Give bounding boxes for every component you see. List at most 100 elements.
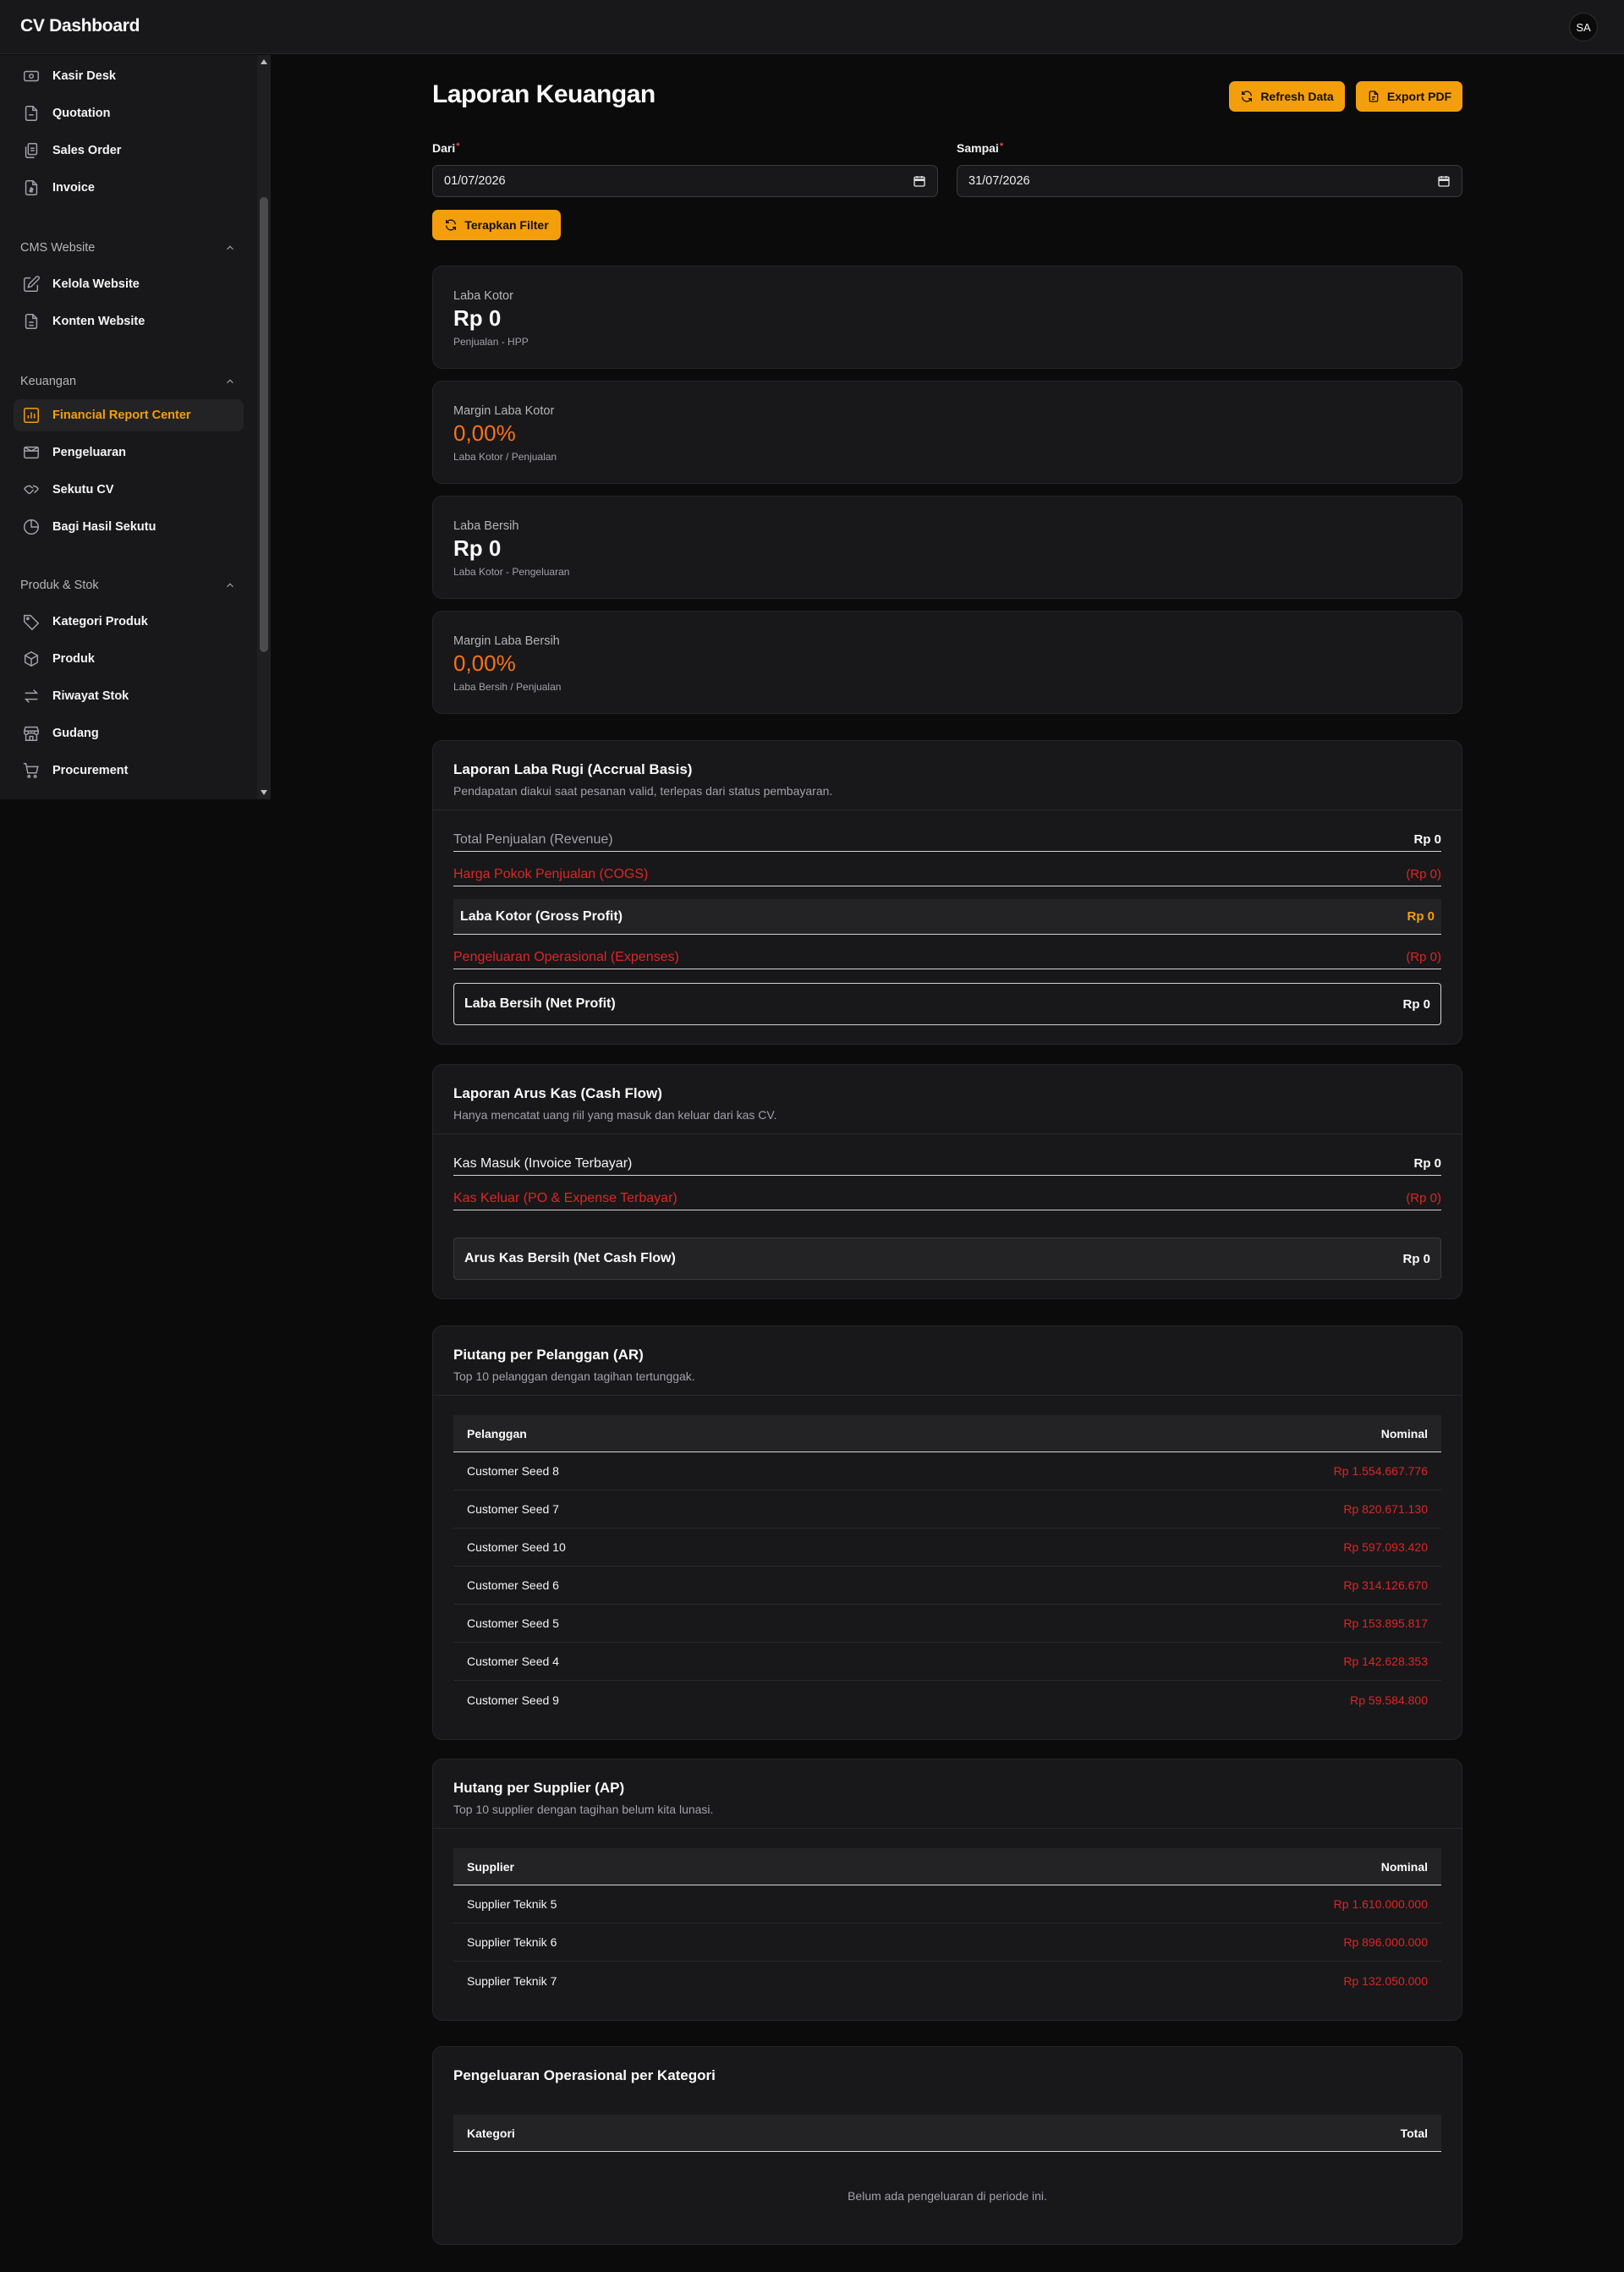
scrollbar-thumb[interactable] [260,197,268,652]
kpi-card-gross-profit: Laba Kotor Rp 0 Penjualan - HPP [432,266,1462,369]
export-pdf-button[interactable]: Export PDF [1356,81,1462,112]
section-title: Piutang per Pelanggan (AR) [453,1347,644,1363]
chevron-up-icon [224,376,236,387]
sidebar-item-kasir-desk[interactable]: Kasir Desk [14,60,244,92]
edit-icon [22,275,41,294]
sidebar: Kasir Desk Quotation Sales Order Invoice… [0,55,271,799]
calendar-icon[interactable] [1437,174,1451,188]
column-header-supplier: Supplier [467,1859,515,1874]
row-value: Rp 0 [1402,1251,1430,1266]
sidebar-item-label: Quotation [52,107,111,120]
to-date-input[interactable]: 31/07/2026 [957,165,1462,197]
sidebar-item-invoice[interactable]: Invoice [14,172,244,204]
sidebar-item-label: Kelola Website [52,277,140,291]
sidebar-item-kategori-produk[interactable]: Kategori Produk [14,606,244,638]
sidebar-item-pengeluaran[interactable]: Pengeluaran [14,436,244,469]
profit-loss-card: Laporan Laba Rugi (Accrual Basis) Pendap… [432,740,1462,1045]
row-value: (Rp 0) [1406,867,1441,881]
section-title: Hutang per Supplier (AP) [453,1780,625,1796]
apply-filter-button[interactable]: Terapkan Filter [432,210,561,240]
customer-name: Customer Seed 8 [467,1464,559,1478]
sidebar-item-sekutu-cv[interactable]: Sekutu CV [14,474,244,506]
refresh-data-button[interactable]: Refresh Data [1229,81,1345,112]
receivables-table: Pelanggan Nominal Customer Seed 8 Rp 1.55… [453,1415,1441,1719]
row-value: Rp 0 [1407,909,1435,924]
chevron-up-icon [224,579,236,591]
divider [433,1828,1462,1829]
row-label: Pengeluaran Operasional (Expenses) [453,949,679,964]
sidebar-item-label: Invoice [52,181,95,195]
row-label: Laba Bersih (Net Profit) [464,996,616,1011]
nav-group-cms-website[interactable]: CMS Website [20,238,236,258]
to-date-label-text: Sampai [957,141,999,155]
sidebar-item-gudang[interactable]: Gudang [14,717,244,749]
amount: Rp 153.895.817 [1343,1616,1428,1630]
section-subtitle: Top 10 pelanggan dengan tagihan tertungg… [453,1369,695,1383]
amount: Rp 142.628.353 [1343,1655,1428,1668]
export-pdf-label: Export PDF [1386,90,1452,103]
kpi-label: Margin Laba Bersih [453,634,560,648]
arrows-swap-icon [22,687,41,705]
refresh-icon [444,218,458,232]
from-date-input[interactable]: 01/07/2026 [432,165,938,197]
row-label: Kas Keluar (PO & Expense Terbayar) [453,1190,678,1205]
supplier-name: Supplier Teknik 5 [467,1897,557,1911]
empty-state-message: Belum ada pengeluaran di periode ini. [848,2189,1047,2203]
cart-icon [22,761,41,780]
calendar-icon[interactable] [913,174,926,188]
pl-row-net-profit: Laba Bersih (Net Profit) Rp 0 [453,983,1441,1025]
table-header: Kategori Total [453,2115,1441,2152]
warehouse-icon [22,724,41,743]
user-avatar[interactable]: SA [1569,13,1598,41]
sidebar-item-sales-order[interactable]: Sales Order [14,134,244,167]
from-date-label-text: Dari [432,141,456,155]
nav-group-label: Keuangan [20,375,77,388]
row-value: (Rp 0) [1406,950,1441,964]
amount: Rp 1.610.000.000 [1333,1897,1428,1911]
scroll-down-arrow-icon[interactable] [260,788,268,797]
sidebar-item-bagi-hasil-sekutu[interactable]: Bagi Hasil Sekutu [14,511,244,543]
row-value: Rp 0 [1402,996,1430,1012]
section-subtitle: Pendapatan diakui saat pesanan valid, te… [453,784,833,798]
section-subtitle: Top 10 supplier dengan tagihan belum kit… [453,1803,714,1816]
kpi-formula: Laba Kotor / Penjualan [453,451,557,463]
row-label: Laba Kotor (Gross Profit) [460,908,623,924]
sidebar-item-label: Financial Report Center [52,409,191,422]
scroll-up-arrow-icon[interactable] [260,58,268,66]
payables-card: Hutang per Supplier (AP) Top 10 supplier… [432,1759,1462,2021]
customer-name: Customer Seed 5 [467,1616,559,1630]
customer-name: Customer Seed 7 [467,1502,559,1516]
sidebar-item-produk[interactable]: Produk [14,643,244,675]
divider [433,1133,1462,1134]
sidebar-item-label: Bagi Hasil Sekutu [52,520,156,534]
nav-group-label: Produk & Stok [20,579,99,592]
sidebar-item-financial-report-center[interactable]: Financial Report Center [14,399,244,431]
apply-filter-label: Terapkan Filter [464,218,549,232]
table-row: Supplier Teknik 5 Rp 1.610.000.000 [453,1885,1441,1924]
pl-row-gross-profit: Laba Kotor (Gross Profit) Rp 0 [453,899,1441,935]
file-text-icon [22,312,41,331]
sidebar-scrollbar[interactable] [257,55,271,799]
kpi-formula: Penjualan - HPP [453,336,529,348]
column-header-amount: Nominal [1380,1426,1428,1441]
row-value: Rp 0 [1413,832,1441,847]
pie-chart-icon [22,518,41,536]
top-bar: CV Dashboard SA [0,0,1624,54]
amount: Rp 597.093.420 [1343,1540,1428,1554]
sidebar-item-procurement[interactable]: Procurement [14,755,244,787]
sidebar-item-riwayat-stok[interactable]: Riwayat Stok [14,680,244,712]
sidebar-item-quotation[interactable]: Quotation [14,97,244,129]
kpi-value: Rp 0 [453,535,502,561]
section-title: Laporan Arus Kas (Cash Flow) [453,1085,662,1101]
table-row: Customer Seed 6 Rp 314.126.670 [453,1567,1441,1605]
kpi-label: Margin Laba Kotor [453,404,555,418]
kpi-formula: Laba Bersih / Penjualan [453,681,562,693]
kpi-label: Laba Kotor [453,289,513,303]
nav-group-keuangan[interactable]: Keuangan [20,371,236,392]
supplier-name: Supplier Teknik 6 [467,1935,557,1949]
sidebar-item-konten-website[interactable]: Konten Website [14,305,244,338]
column-header-customer: Pelanggan [467,1426,527,1441]
nav-group-produk-stok[interactable]: Produk & Stok [20,575,236,595]
sidebar-item-kelola-website[interactable]: Kelola Website [14,268,244,300]
app-title[interactable]: CV Dashboard [20,16,140,36]
